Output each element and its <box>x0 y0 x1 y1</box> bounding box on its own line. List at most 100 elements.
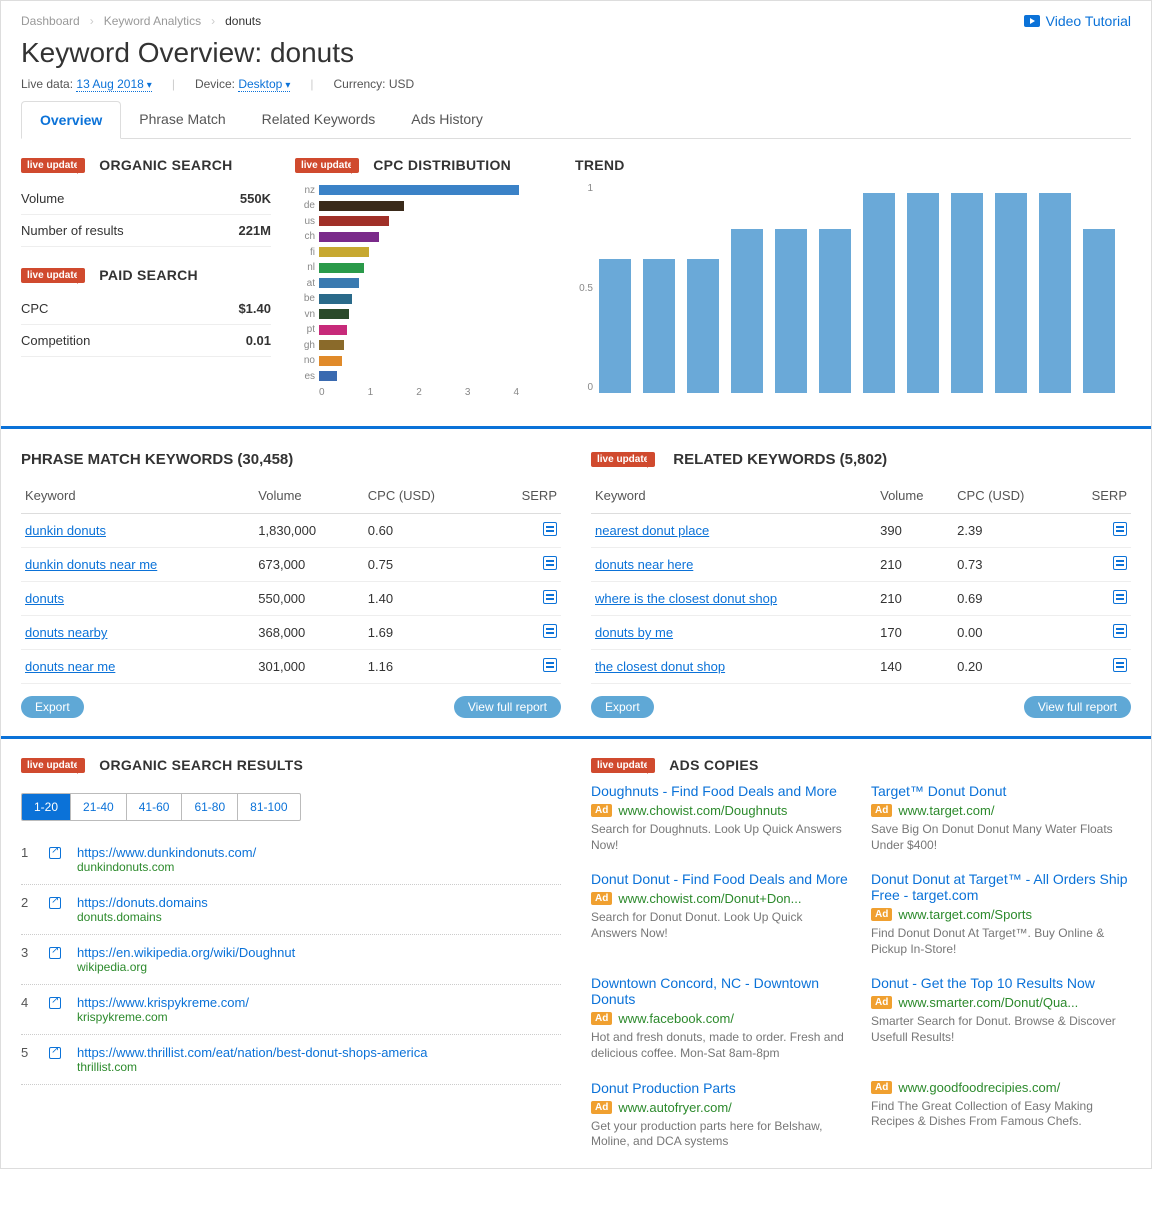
device-picker[interactable]: Desktop <box>238 77 290 92</box>
ad-badge: Ad <box>871 804 892 817</box>
ad-title[interactable]: Donut Donut at Target™ - All Orders Ship… <box>871 871 1131 903</box>
result-domain[interactable]: thrillist.com <box>77 1060 427 1074</box>
serp-icon[interactable] <box>1113 624 1127 638</box>
keyword-link[interactable]: the closest donut shop <box>595 659 725 674</box>
pager-item[interactable]: 41-60 <box>127 794 183 820</box>
view-full-report-button[interactable]: View full report <box>454 696 561 718</box>
cpc-bar-label: gh <box>295 340 315 351</box>
serp-icon[interactable] <box>1113 522 1127 536</box>
ad-copy: Target™ Donut Donut Ad www.target.com/Save… <box>871 783 1131 853</box>
ad-url[interactable]: www.smarter.com/Donut/Qua... <box>898 995 1078 1010</box>
ad-title[interactable]: Target™ Donut Donut <box>871 783 1131 799</box>
cpc-bar-label: nz <box>295 185 315 196</box>
keyword-link[interactable]: donuts by me <box>595 625 673 640</box>
pager-item[interactable]: 21-40 <box>71 794 127 820</box>
view-full-report-button[interactable]: View full report <box>1024 696 1131 718</box>
export-button[interactable]: Export <box>591 696 654 718</box>
ad-title[interactable]: Donut Production Parts <box>591 1080 851 1096</box>
pager-item[interactable]: 61-80 <box>182 794 238 820</box>
serp-icon[interactable] <box>543 624 557 638</box>
result-url[interactable]: https://www.thrillist.com/eat/nation/bes… <box>77 1045 427 1060</box>
ad-badge: Ad <box>591 804 612 817</box>
date-picker[interactable]: 13 Aug 2018 <box>76 77 151 92</box>
cpc-bar <box>319 294 352 304</box>
ad-url[interactable]: www.target.com/Sports <box>898 907 1032 922</box>
organic-search-title: ORGANIC SEARCH <box>99 157 232 173</box>
ad-title[interactable]: Downtown Concord, NC - Downtown Donuts <box>591 975 851 1007</box>
pager-item[interactable]: 1-20 <box>22 794 71 820</box>
result-url[interactable]: https://en.wikipedia.org/wiki/Doughnut <box>77 945 295 960</box>
ad-url[interactable]: www.autofryer.com/ <box>618 1100 731 1115</box>
external-link-icon[interactable] <box>49 997 61 1009</box>
keyword-link[interactable]: dunkin donuts <box>25 523 106 538</box>
video-tutorial-link[interactable]: Video Tutorial <box>1024 13 1131 29</box>
trend-bar <box>951 193 983 393</box>
breadcrumb-analytics[interactable]: Keyword Analytics <box>104 14 201 28</box>
keyword-link[interactable]: donuts nearby <box>25 625 107 640</box>
ad-title[interactable]: Donut - Get the Top 10 Results Now <box>871 975 1131 991</box>
result-domain[interactable]: wikipedia.org <box>77 960 295 974</box>
table-row: donuts550,0001.40 <box>21 582 561 616</box>
ads-copies-title: ADS COPIES <box>669 757 758 773</box>
breadcrumb-dashboard[interactable]: Dashboard <box>21 14 80 28</box>
ad-copy: Donut Donut at Target™ - All Orders Ship… <box>871 871 1131 957</box>
result-url[interactable]: https://www.krispykreme.com/ <box>77 995 249 1010</box>
keyword-link[interactable]: where is the closest donut shop <box>595 591 777 606</box>
tab-ads-history[interactable]: Ads History <box>393 101 501 138</box>
ad-url[interactable]: www.facebook.com/ <box>618 1011 734 1026</box>
cpc-bar <box>319 247 369 257</box>
keyword-link[interactable]: donuts near here <box>595 557 693 572</box>
tabs: Overview Phrase Match Related Keywords A… <box>21 101 1131 139</box>
pager-item[interactable]: 81-100 <box>238 794 299 820</box>
keyword-link[interactable]: dunkin donuts near me <box>25 557 157 572</box>
ad-description: Hot and fresh donuts, made to order. Fre… <box>591 1030 851 1061</box>
keyword-link[interactable]: donuts <box>25 591 64 606</box>
result-domain[interactable]: krispykreme.com <box>77 1010 249 1024</box>
ad-url[interactable]: www.target.com/ <box>898 803 994 818</box>
serp-icon[interactable] <box>1113 658 1127 672</box>
external-link-icon[interactable] <box>49 947 61 959</box>
serp-icon[interactable] <box>543 522 557 536</box>
serp-result-item: 3https://en.wikipedia.org/wiki/Doughnutw… <box>21 935 561 985</box>
cpc-bar <box>319 185 519 195</box>
serp-icon[interactable] <box>1113 556 1127 570</box>
tab-related[interactable]: Related Keywords <box>244 101 394 138</box>
tab-phrase-match[interactable]: Phrase Match <box>121 101 243 138</box>
ad-title[interactable]: Donut Donut - Find Food Deals and More <box>591 871 851 887</box>
ad-description: Smarter Search for Donut. Browse & Disco… <box>871 1014 1131 1045</box>
ad-title[interactable]: Doughnuts - Find Food Deals and More <box>591 783 851 799</box>
ad-url[interactable]: www.chowist.com/Doughnuts <box>618 803 787 818</box>
ad-description: Find The Great Collection of Easy Making… <box>871 1099 1131 1130</box>
result-domain[interactable]: dunkindonuts.com <box>77 860 256 874</box>
currency-label: Currency: USD <box>334 77 415 91</box>
table-row: dunkin donuts1,830,0000.60 <box>21 514 561 548</box>
serp-result-item: 1https://www.dunkindonuts.com/dunkindonu… <box>21 835 561 885</box>
external-link-icon[interactable] <box>49 897 61 909</box>
ad-url[interactable]: www.chowist.com/Donut+Don... <box>618 891 801 906</box>
ad-description: Search for Donut Donut. Look Up Quick An… <box>591 910 851 941</box>
external-link-icon[interactable] <box>49 847 61 859</box>
result-url[interactable]: https://donuts.domains <box>77 895 208 910</box>
keyword-link[interactable]: donuts near me <box>25 659 115 674</box>
export-button[interactable]: Export <box>21 696 84 718</box>
tab-overview[interactable]: Overview <box>21 101 121 139</box>
result-domain[interactable]: donuts.domains <box>77 910 208 924</box>
trend-bar <box>863 193 895 393</box>
serp-icon[interactable] <box>543 658 557 672</box>
serp-icon[interactable] <box>543 590 557 604</box>
serp-icon[interactable] <box>1113 590 1127 604</box>
table-row: donuts by me1700.00 <box>591 616 1131 650</box>
related-keywords-table: Keyword Volume CPC (USD) SERP nearest do… <box>591 478 1131 684</box>
cpc-distribution-chart: nzdeuschfinlatbevnptghnoes01234 <box>295 183 545 408</box>
result-url[interactable]: https://www.dunkindonuts.com/ <box>77 845 256 860</box>
ad-description: Save Big On Donut Donut Many Water Float… <box>871 822 1131 853</box>
trend-bar <box>775 229 807 393</box>
table-row: donuts near here2100.73 <box>591 548 1131 582</box>
keyword-link[interactable]: nearest donut place <box>595 523 709 538</box>
serp-icon[interactable] <box>543 556 557 570</box>
breadcrumb-current: donuts <box>225 14 261 28</box>
ad-url[interactable]: www.goodfoodrecipies.com/ <box>898 1080 1060 1095</box>
live-update-badge: live update <box>295 158 359 173</box>
external-link-icon[interactable] <box>49 1047 61 1059</box>
serp-result-item: 5https://www.thrillist.com/eat/nation/be… <box>21 1035 561 1085</box>
